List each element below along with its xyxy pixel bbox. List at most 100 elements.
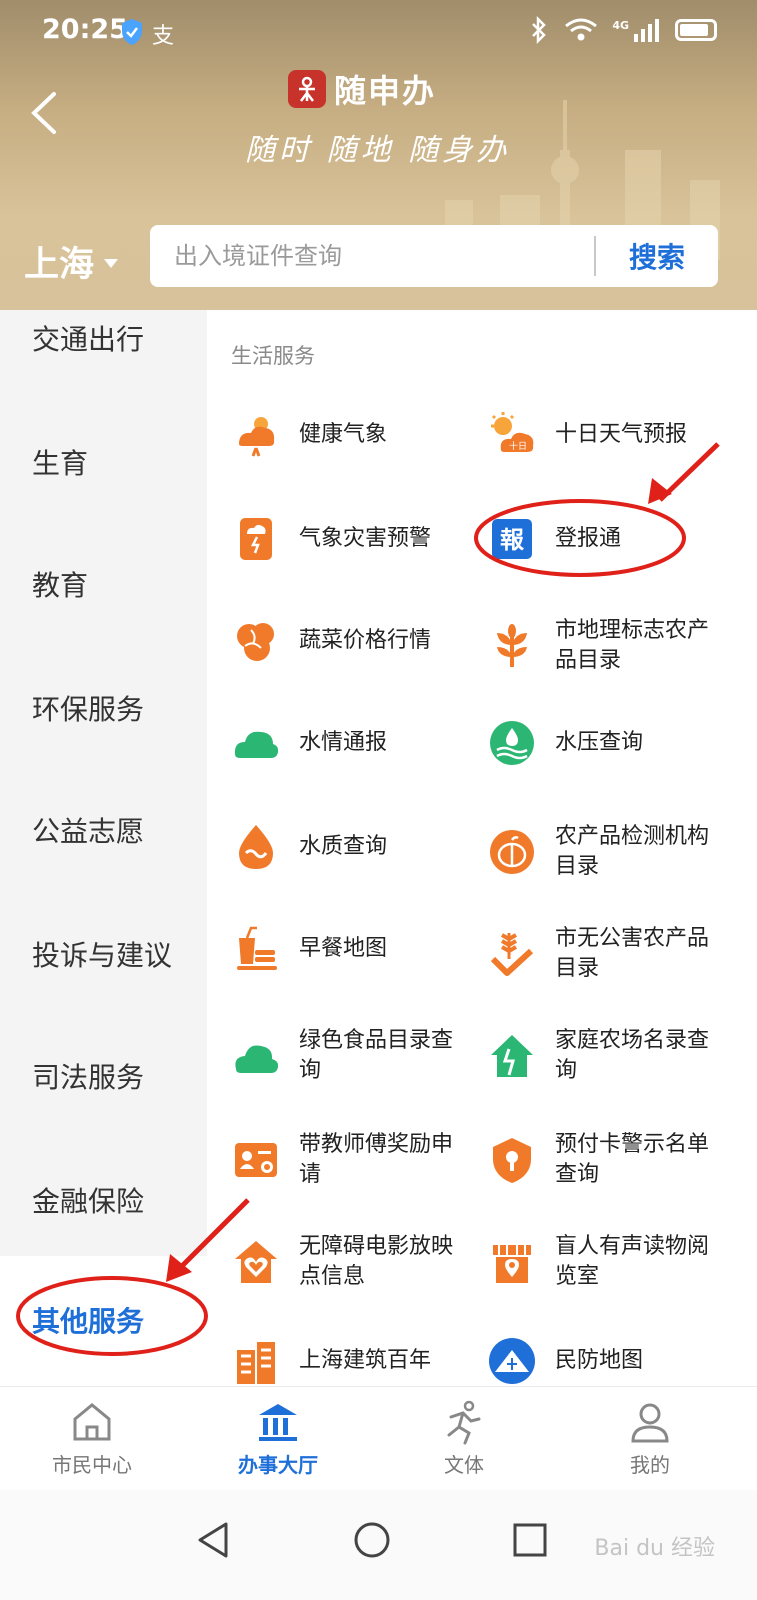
service-label: 民防地图 (555, 1348, 644, 1373)
tab-profile[interactable]: 我的 (590, 1399, 710, 1478)
service-ten-day-forecast[interactable]: 十日 十日天气预报 (487, 410, 747, 460)
search-input[interactable] (150, 242, 594, 270)
wifi-icon (565, 18, 598, 41)
shield-lock-icon (493, 1138, 531, 1183)
water-pressure-icon (490, 721, 534, 765)
signal-icon (634, 19, 659, 42)
building-icon (237, 1342, 275, 1384)
alipay-icon: 支 (152, 24, 175, 49)
service-green-food[interactable]: 绿色食品目录查询 (231, 1026, 491, 1086)
service-label: 水压查询 (555, 730, 644, 755)
service-label: 十日天气预报 (555, 422, 688, 447)
service-label: 气象灾害预警 (299, 526, 432, 551)
service-label: 上海建筑百年 (299, 1348, 432, 1373)
service-family-farms[interactable]: 家庭农场名录查询 (487, 1026, 747, 1086)
service-water-quality[interactable]: 水质查询 (231, 822, 491, 872)
service-label: 市无公害农产品目录 (555, 926, 710, 981)
back-chevron-icon[interactable] (22, 88, 66, 138)
service-vegetable-prices[interactable]: 蔬菜价格行情 (231, 616, 491, 666)
status-time: 20:25 (42, 14, 128, 45)
search-button[interactable]: 搜索 (596, 236, 718, 276)
city-selector[interactable]: 上海 (24, 236, 119, 287)
system-navigation-bar: Bai du 经验 (0, 1490, 757, 1600)
vegetable-icon (237, 623, 274, 661)
service-water-report[interactable]: 水情通报 (231, 718, 491, 768)
tab-citizen-center[interactable]: 市民中心 (32, 1399, 152, 1478)
service-breakfast-map[interactable]: 早餐地图 (231, 924, 491, 974)
sidebar-item-environment[interactable]: 环保服务 (32, 688, 144, 728)
sidebar-item-education[interactable]: 教育 (32, 564, 88, 604)
newspaper-bao-icon: 報 (492, 519, 532, 559)
green-cloud-icon (235, 1045, 279, 1073)
service-label: 水质查询 (299, 834, 388, 859)
service-mentor-reward[interactable]: 带教师傅奖励申请 (231, 1130, 491, 1190)
sun-cloud-10day-icon: 十日 (491, 412, 534, 452)
section-title: 生活服务 (231, 344, 315, 368)
tab-service-hall[interactable]: 办事大厅 (218, 1399, 338, 1478)
tab-label: 文体 (444, 1453, 484, 1477)
service-label: 盲人有声读物阅览室 (555, 1234, 710, 1289)
service-label: 市地理标志农产品目录 (555, 618, 710, 673)
security-shield-icon (122, 19, 142, 45)
pumpkin-icon (490, 830, 534, 874)
service-label: 带教师傅奖励申请 (299, 1132, 454, 1187)
service-weather-warning[interactable]: 气象灾害预警 (231, 514, 491, 564)
service-label: 登报通 (555, 526, 622, 551)
farm-house-icon (491, 1035, 533, 1077)
service-label: 健康气象 (299, 422, 388, 447)
watermark: Bai du 经验 (594, 1536, 715, 1561)
search-bar: 搜索 (150, 225, 718, 287)
id-card-icon (235, 1143, 277, 1177)
service-civil-defense-map[interactable]: 民防地图 (487, 1336, 747, 1386)
service-label: 水情通报 (299, 730, 388, 755)
sidebar-item-transport[interactable]: 交通出行 (32, 318, 144, 358)
sidebar-item-birth[interactable]: 生育 (32, 442, 88, 482)
service-label: 早餐地图 (299, 936, 388, 961)
service-panel: 生活服务 健康气象 十日 十日天气预报 气象灾害预警 報 登报通 蔬菜价格行情 … (207, 310, 757, 1386)
service-audio-reading-room[interactable]: 盲人有声读物阅览室 (487, 1232, 747, 1292)
weather-warning-icon (240, 518, 272, 560)
store-pin-icon (493, 1245, 531, 1283)
service-agri-testing-orgs[interactable]: 农产品检测机构目录 (487, 822, 747, 882)
status-bar: 20:25 支 4G (0, 0, 757, 64)
leaf-sprout-icon (497, 624, 527, 667)
service-label: 无障碍电影放映点信息 (299, 1234, 454, 1289)
service-water-pressure[interactable]: 水压查询 (487, 718, 747, 768)
service-health-weather[interactable]: 健康气象 (231, 410, 491, 460)
runner-icon (447, 1400, 481, 1445)
caret-down-icon (104, 259, 119, 268)
network-type: 4G (612, 18, 629, 32)
sidebar-item-finance[interactable]: 金融保险 (32, 1180, 144, 1220)
sidebar-item-judicial[interactable]: 司法服务 (32, 1056, 144, 1096)
tab-label: 办事大厅 (238, 1453, 318, 1477)
tab-label: 我的 (630, 1453, 670, 1477)
service-geo-agri-products[interactable]: 市地理标志农产品目录 (487, 616, 747, 676)
home-icon (73, 1403, 111, 1441)
app-header: 20:25 支 4G 随申办 随时 随地 随身办 上海 出入境证件查询 搜索 (0, 0, 757, 310)
service-label: 蔬菜价格行情 (299, 628, 432, 653)
service-label: 绿色食品目录查询 (299, 1028, 454, 1083)
service-label: 农产品检测机构目录 (555, 824, 710, 879)
service-dengbaotong[interactable]: 報 登报通 (487, 514, 747, 564)
tab-culture-sports[interactable]: 文体 (404, 1399, 524, 1478)
cloud-sun-rain-icon (239, 417, 275, 457)
system-back-icon[interactable] (192, 1518, 236, 1562)
breakfast-icon (237, 926, 277, 970)
service-accessible-cinema[interactable]: 无障碍电影放映点信息 (231, 1232, 491, 1292)
sidebar-item-other-services[interactable]: 其他服务 (32, 1300, 144, 1340)
status-indicators: 4G (528, 16, 717, 44)
system-home-icon[interactable] (350, 1518, 394, 1562)
svg-text:十日: 十日 (509, 440, 527, 452)
system-recents-icon[interactable] (508, 1518, 552, 1562)
bank-hall-icon (259, 1404, 297, 1441)
sidebar-item-volunteer[interactable]: 公益志愿 (32, 810, 144, 850)
service-shanghai-architecture[interactable]: 上海建筑百年 (231, 1336, 491, 1386)
app-logo: 随申办 (288, 66, 436, 112)
sidebar-item-complaints[interactable]: 投诉与建议 (32, 934, 172, 974)
service-prepaid-card-warning[interactable]: 预付卡警示名单查询 (487, 1130, 747, 1190)
category-sidebar: 交通出行 生育 教育 环保服务 公益志愿 投诉与建议 司法服务 金融保险 其他服… (0, 310, 207, 1386)
city-label: 上海 (24, 245, 95, 285)
service-pollution-free-products[interactable]: 市无公害农产品目录 (487, 924, 747, 984)
cloud-icon (234, 731, 279, 758)
service-label: 家庭农场名录查询 (555, 1028, 710, 1083)
